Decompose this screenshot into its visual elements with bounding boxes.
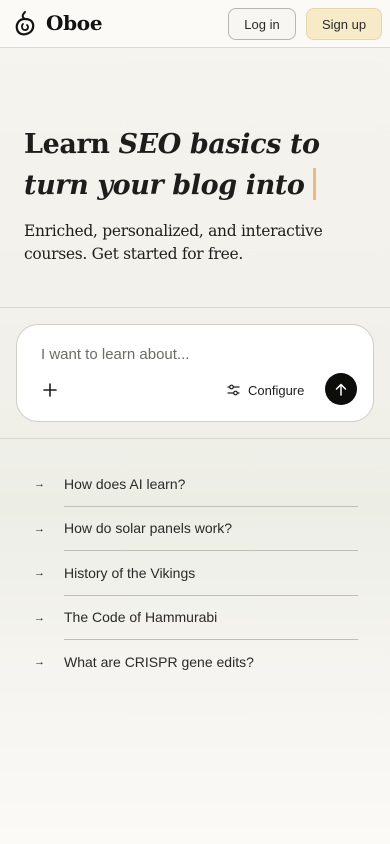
suggestion-item[interactable]: → How does AI learn? [32,462,358,507]
signup-button[interactable]: Sign up [306,8,382,40]
top-nav: Oboe Log in Sign up [0,0,390,48]
send-button[interactable] [325,373,357,405]
arrow-right-icon: → [34,522,45,535]
sliders-icon [227,384,240,396]
section-divider [0,438,390,439]
suggestion-label: How does AI learn? [64,462,358,507]
suggestion-item[interactable]: → The Code of Hammurabi [32,596,358,640]
brand-name: Oboe [46,11,103,35]
arrow-right-icon: → [34,478,45,491]
suggestion-list: → How does AI learn? → How do solar pane… [32,462,358,685]
typing-caret [312,168,316,200]
arrow-right-icon: → [34,656,45,669]
suggestion-item[interactable]: → History of the Vikings [32,551,358,596]
suggestion-label: The Code of Hammurabi [64,596,358,640]
oboe-logo-icon [15,11,35,36]
plus-icon [43,383,57,397]
hero-title: Learn SEO basics to turn your blog into [24,124,374,206]
hero-subtitle: Enriched, personalized, and interactive … [24,222,323,263]
brand-logo[interactable]: Oboe [14,10,103,36]
configure-button[interactable]: Configure [227,379,304,401]
arrow-right-icon: → [34,611,45,624]
configure-label: Configure [248,382,305,398]
suggestion-item[interactable]: → What are CRISPR gene edits? [32,640,358,685]
add-button[interactable] [39,379,61,401]
suggestion-item[interactable]: → How do solar panels work? [32,507,358,551]
arrow-up-icon [335,383,347,396]
suggestion-label: What are CRISPR gene edits? [64,654,254,671]
section-divider [0,307,390,308]
arrow-right-icon: → [34,567,45,580]
login-button[interactable]: Log in [228,8,296,40]
prompt-card: Configure [16,324,374,422]
suggestion-label: How do solar panels work? [64,507,358,551]
learn-input[interactable] [41,343,341,365]
hero-title-start: Learn [24,129,119,160]
suggestion-label: History of the Vikings [64,551,358,596]
